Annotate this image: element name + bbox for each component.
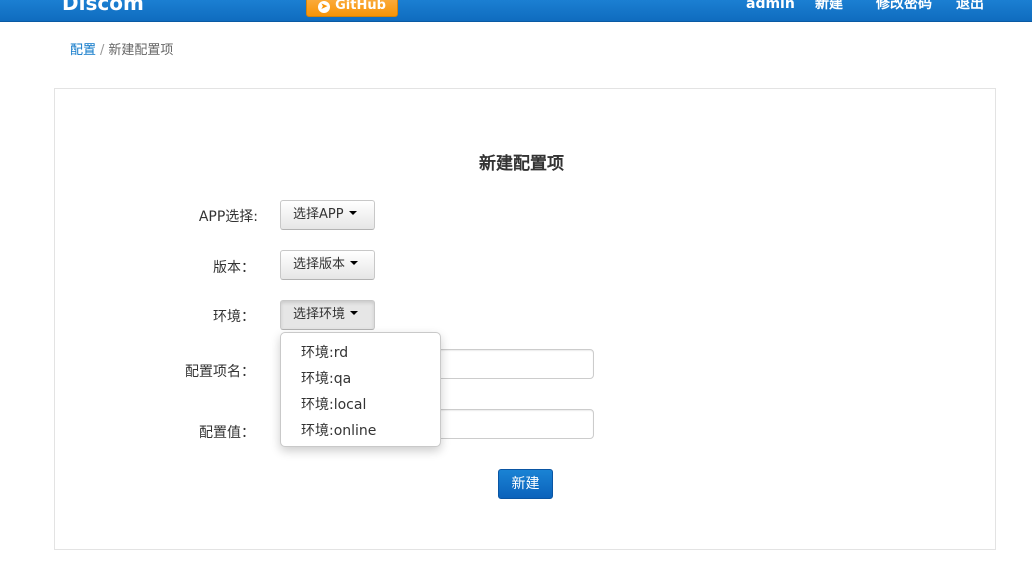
- caret-down-icon: [348, 211, 357, 215]
- nav-new-label: 新建: [815, 0, 843, 12]
- nav-change-password-link[interactable]: 修改密码: [876, 0, 932, 13]
- env-dropdown-menu: 环境:rd 环境:qa 环境:local 环境:online: [280, 332, 441, 447]
- env-option-online[interactable]: 环境:online: [281, 418, 440, 444]
- env-option-local[interactable]: 环境:local: [281, 392, 440, 418]
- env-select-button[interactable]: 选择环境: [280, 300, 375, 330]
- github-button-label: GitHub: [335, 0, 386, 13]
- app-select-button[interactable]: 选择APP: [280, 200, 375, 230]
- form-card: 新建配置项 APP选择: 选择APP 版本： 选择版本 环境： 选择环境 配置项…: [54, 88, 996, 550]
- env-option-qa[interactable]: 环境:qa: [281, 366, 440, 392]
- github-icon: ➤: [318, 1, 331, 13]
- env-select-label: 环境：: [213, 309, 255, 325]
- caret-down-icon: [350, 261, 359, 265]
- nav-logout-link[interactable]: 退出: [956, 0, 984, 13]
- brand-logo[interactable]: Discom: [62, 0, 144, 15]
- config-value-label: 配置值：: [199, 425, 255, 441]
- github-button[interactable]: ➤ GitHub: [306, 0, 398, 17]
- breadcrumb: 配置 / 新建配置项: [70, 42, 173, 60]
- config-name-label: 配置项名：: [185, 364, 255, 380]
- version-select-label: 版本：: [213, 260, 255, 276]
- breadcrumb-separator: /: [100, 43, 105, 58]
- version-select-button[interactable]: 选择版本: [280, 250, 375, 280]
- nav-new-dropdown[interactable]: 新建: [815, 0, 852, 13]
- version-select-button-label: 选择版本: [293, 257, 346, 272]
- create-button[interactable]: 新建: [498, 469, 553, 499]
- page-title: 新建配置项: [479, 154, 564, 174]
- breadcrumb-current: 新建配置项: [108, 43, 174, 58]
- top-navbar: Discom ➤ GitHub admin 新建 修改密码 退出: [0, 0, 1032, 22]
- env-select-button-label: 选择环境: [293, 307, 346, 322]
- nav-admin-link[interactable]: admin: [746, 0, 795, 13]
- app-select-label: APP选择:: [198, 209, 258, 225]
- caret-down-icon: [350, 311, 359, 315]
- app-select-button-label: 选择APP: [293, 207, 344, 222]
- env-option-rd[interactable]: 环境:rd: [281, 340, 440, 366]
- breadcrumb-root-link[interactable]: 配置: [70, 43, 96, 58]
